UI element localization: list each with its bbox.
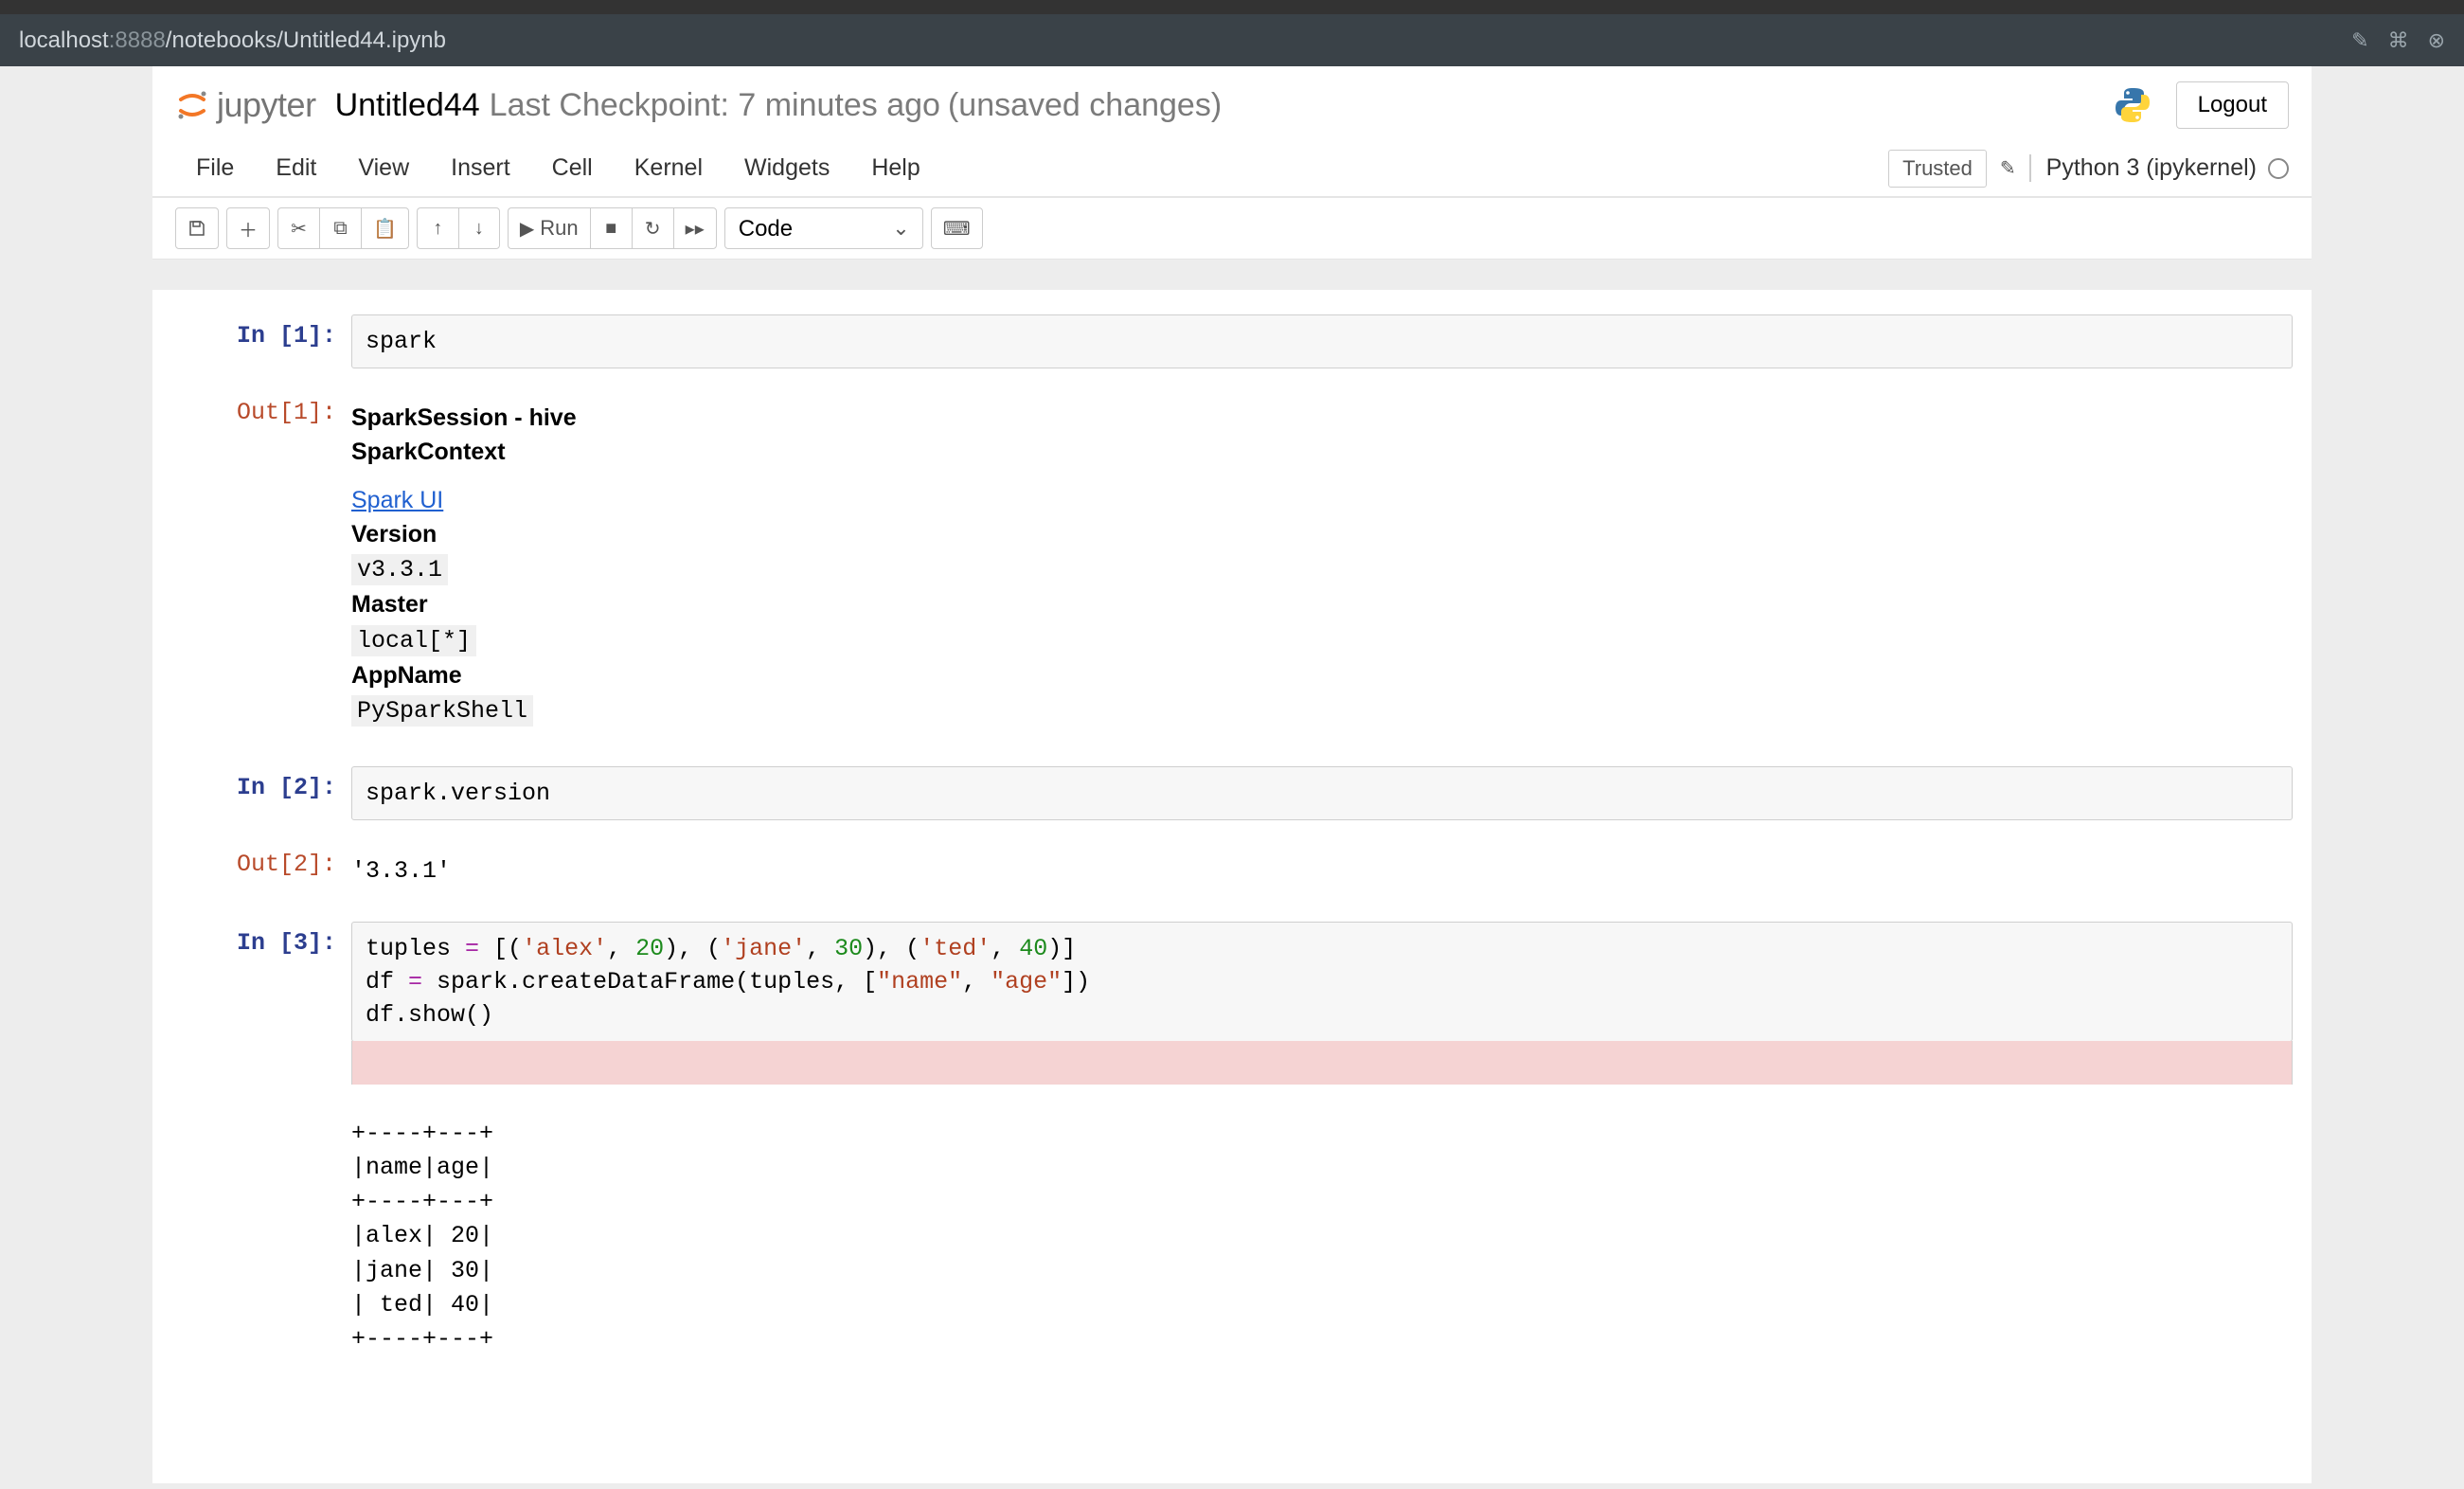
appname-label: AppName: [351, 662, 462, 689]
cut-icon[interactable]: ✂: [277, 207, 319, 249]
run-label: Run: [540, 216, 578, 241]
error-output-bar: [351, 1041, 2293, 1085]
restart-run-all-icon[interactable]: ▸▸: [673, 207, 717, 249]
url-path: /notebooks/Untitled44.ipynb: [166, 27, 446, 54]
interrupt-icon[interactable]: ■: [590, 207, 632, 249]
logout-button[interactable]: Logout: [2176, 81, 2289, 129]
output-text: '3.3.1': [351, 857, 451, 885]
menu-view[interactable]: View: [337, 154, 430, 182]
notebook-area: In [1]: spark Out[1]: SparkSession - hiv…: [152, 290, 2312, 1483]
address-bar: localhost :8888 /notebooks/Untitled44.ip…: [0, 14, 2464, 66]
browser-top-strip: [0, 0, 2464, 14]
output-cell: +----+---+ |name|age| +----+---+ |alex| …: [171, 1107, 2293, 1367]
code-input[interactable]: tuples = [('alex', 20), ('jane', 30), ('…: [351, 922, 2293, 1042]
output-title: SparkSession - hive: [351, 404, 577, 431]
camera-icon[interactable]: ⌘: [2388, 28, 2409, 53]
output-subtitle: SparkContext: [351, 439, 506, 465]
unsaved-indicator: (unsaved changes): [948, 87, 1222, 124]
empty-prompt: [171, 1107, 351, 1367]
output-cell: Out[1]: SparkSession - hive SparkContext…: [171, 391, 2293, 738]
out-prompt: Out[2]:: [171, 843, 351, 898]
checkpoint-status: Last Checkpoint: 7 minutes ago: [490, 87, 940, 124]
url-port: :8888: [109, 27, 166, 54]
edit-icon[interactable]: ✎: [2351, 28, 2368, 53]
add-cell-icon[interactable]: ＋: [226, 207, 270, 249]
output-cell: Out[2]: '3.3.1': [171, 843, 2293, 898]
run-button[interactable]: ▶Run: [508, 207, 590, 249]
menu-kernel[interactable]: Kernel: [614, 154, 723, 182]
save-icon[interactable]: [175, 207, 219, 249]
code-input[interactable]: spark: [351, 314, 2293, 368]
code-cell[interactable]: In [1]: spark: [171, 314, 2293, 368]
version-value: v3.3.1: [351, 554, 448, 585]
move-down-icon[interactable]: ↓: [458, 207, 500, 249]
move-up-icon[interactable]: ↑: [417, 207, 458, 249]
in-prompt: In [3]:: [171, 922, 351, 1085]
code-cell[interactable]: In [2]: spark.version: [171, 766, 2293, 820]
kernel-indicator[interactable]: Python 3 (ipykernel): [2029, 154, 2289, 182]
url-host: localhost: [19, 27, 109, 54]
menu-widgets[interactable]: Widgets: [723, 154, 850, 182]
menubar: File Edit View Insert Cell Kernel Widget…: [152, 140, 2312, 197]
pencil-icon[interactable]: ✎: [2000, 156, 2016, 180]
restart-icon[interactable]: ↻: [632, 207, 673, 249]
kernel-status-icon: [2268, 158, 2289, 179]
in-prompt: In [1]:: [171, 314, 351, 368]
url[interactable]: localhost :8888 /notebooks/Untitled44.ip…: [19, 27, 446, 54]
out-prompt: Out[1]:: [171, 391, 351, 738]
menu-file[interactable]: File: [175, 154, 255, 182]
notebook-header: jupyter Untitled44 Last Checkpoint: 7 mi…: [152, 66, 2312, 198]
version-label: Version: [351, 521, 437, 547]
menu-insert[interactable]: Insert: [430, 154, 531, 182]
spark-ui-link[interactable]: Spark UI: [351, 487, 443, 513]
menu-help[interactable]: Help: [850, 154, 940, 182]
jupyter-logo[interactable]: jupyter: [175, 85, 316, 125]
python-icon: [2112, 84, 2153, 126]
trusted-indicator[interactable]: Trusted: [1888, 150, 1987, 188]
toolbar: ＋ ✂ ⧉ 📋 ↑ ↓ ▶Run ■ ↻ ▸▸ Code ⌨: [152, 198, 2312, 260]
copy-icon[interactable]: ⧉: [319, 207, 361, 249]
master-label: Master: [351, 591, 428, 618]
notebook-name[interactable]: Untitled44: [335, 87, 480, 124]
close-icon[interactable]: ⊗: [2428, 28, 2445, 53]
jupyter-icon: [175, 88, 209, 122]
code-input[interactable]: spark.version: [351, 766, 2293, 820]
appname-value: PySparkShell: [351, 695, 533, 727]
in-prompt: In [2]:: [171, 766, 351, 820]
cell-type-select[interactable]: Code: [724, 207, 923, 249]
kernel-name: Python 3 (ipykernel): [2046, 154, 2257, 182]
command-palette-icon[interactable]: ⌨: [931, 207, 983, 249]
logo-text: jupyter: [217, 85, 316, 125]
master-value: local[*]: [351, 625, 476, 656]
menu-cell[interactable]: Cell: [531, 154, 614, 182]
stdout-text: +----+---+ |name|age| +----+---+ |alex| …: [351, 1117, 2293, 1357]
browser-right-icons: ✎ ⌘ ⊗: [2351, 28, 2445, 53]
paste-icon[interactable]: 📋: [361, 207, 409, 249]
code-cell[interactable]: In [3]: tuples = [('alex', 20), ('jane',…: [171, 922, 2293, 1085]
menu-edit[interactable]: Edit: [255, 154, 337, 182]
